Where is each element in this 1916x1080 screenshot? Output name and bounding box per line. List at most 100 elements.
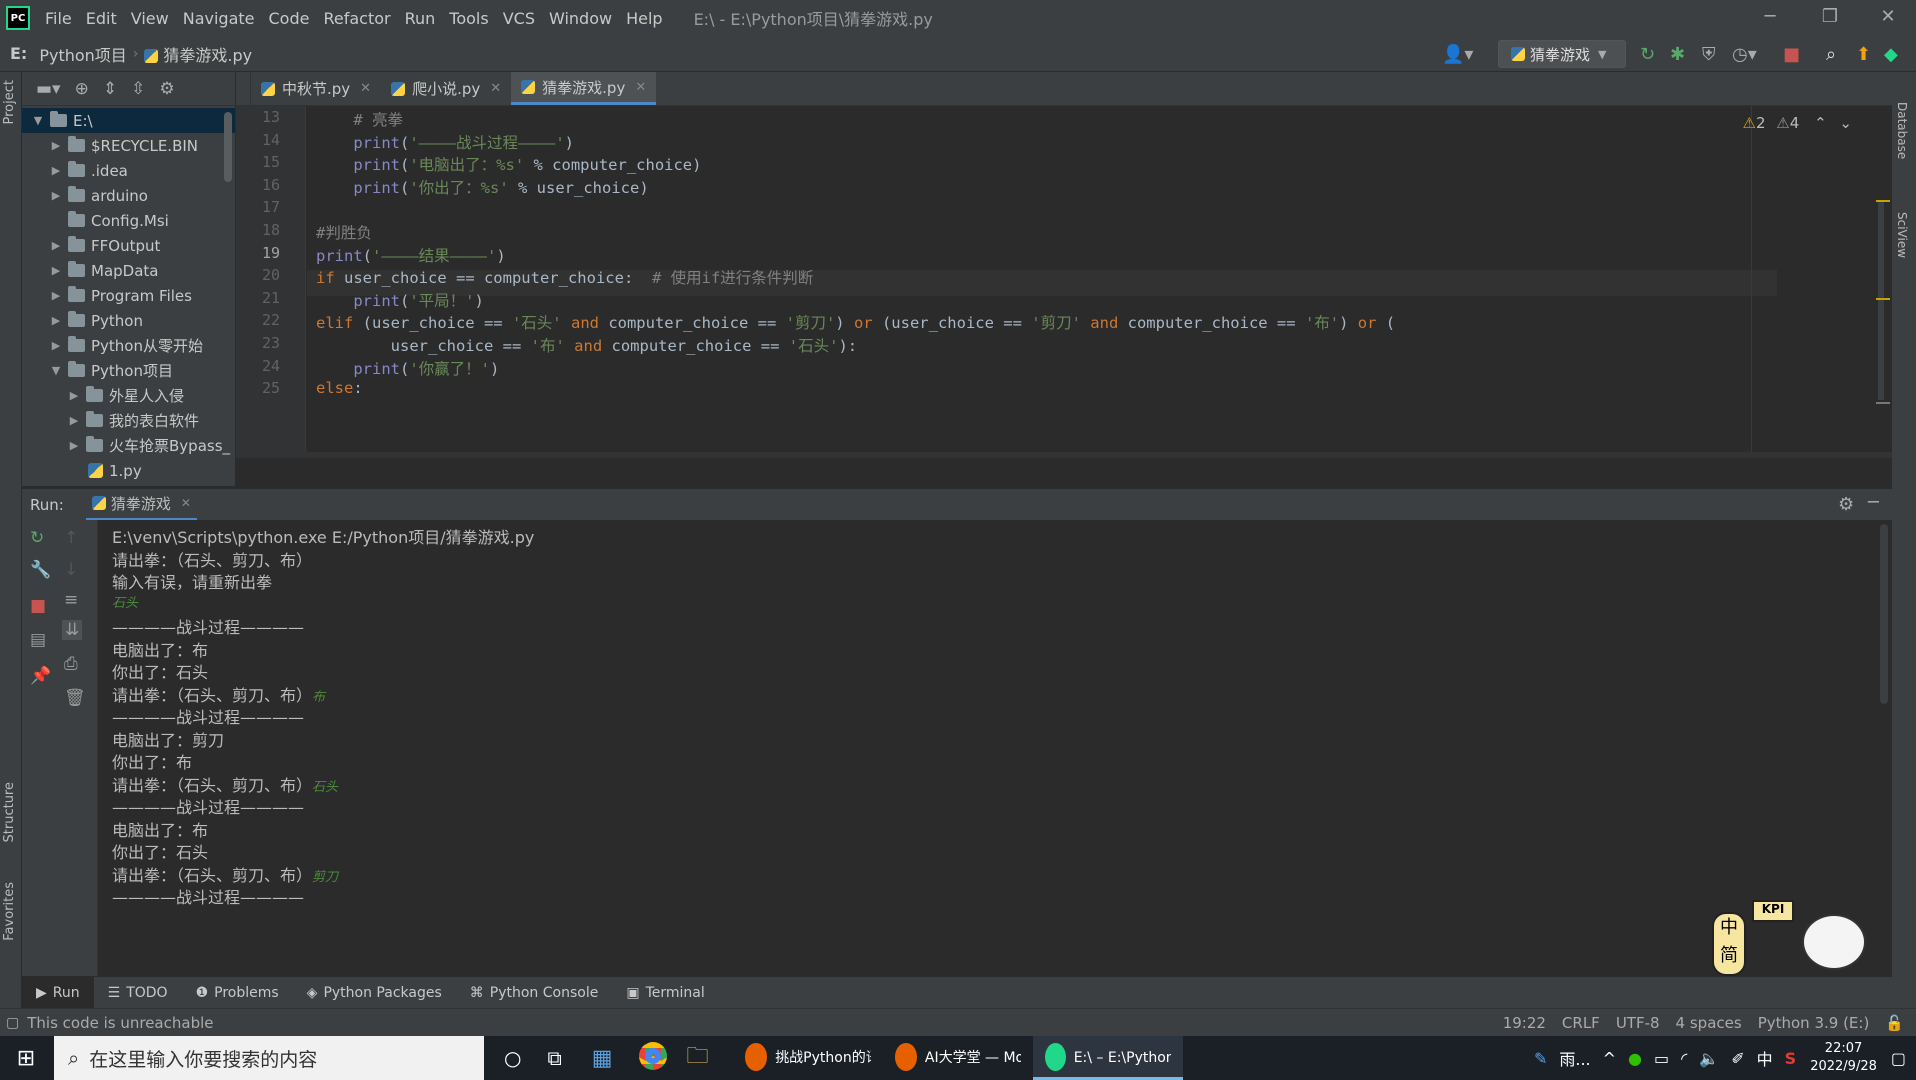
chrome-icon[interactable] [633,1042,673,1074]
wechat-icon[interactable]: ● [1622,1049,1648,1068]
tree-item[interactable]: ▼ Python项目 [22,358,235,383]
windows-start-icon[interactable]: ⊞ [0,1046,52,1071]
file-explorer-icon[interactable]: 🗀 [681,1039,715,1077]
menu-file[interactable]: File [38,9,79,28]
tree-item[interactable]: ▶ .idea [22,158,235,183]
chevron-right-icon[interactable]: ▶ [66,389,82,402]
coverage-icon[interactable]: ⛨ [1702,44,1716,65]
taskbar-app[interactable]: 挑战Python的语... [733,1036,883,1080]
tree-item[interactable]: ▶ 火车抢票Bypass_ [22,433,235,458]
tab-zhongqiu[interactable]: 中秋节.py ✕ [250,72,381,105]
expand-all-icon[interactable]: ⇕ [103,79,117,99]
chevron-right-icon[interactable]: ▶ [48,139,64,152]
code-line[interactable]: print('你赢了！') [316,357,499,379]
code-editor[interactable]: 13 14 15 16 17 18 19 20 21 22 23 24 25 # 亮拳 print('—… [236,106,1892,458]
chevron-down-icon[interactable]: ▼ [48,364,64,377]
run-tab[interactable]: 猜拳游戏 ✕ [85,489,197,521]
run-configuration-select[interactable]: 猜拳游戏 ▼ [1498,40,1626,68]
show-hidden-icons-icon[interactable]: ^ [1597,1049,1622,1068]
chevron-right-icon[interactable]: ▶ [48,289,64,302]
breadcrumb-drive[interactable]: E: [0,44,33,63]
database-tool-button[interactable]: Database [1895,102,1909,159]
console-scrollbar[interactable] [1880,524,1888,704]
battery-icon[interactable]: ▭ [1648,1049,1675,1068]
stop-icon[interactable]: ■ [30,596,46,616]
up-arrow-icon[interactable]: ↑ [64,528,78,548]
tree-item[interactable]: ▶ arduino [22,183,235,208]
jetbrains-toolbox-icon[interactable]: ◆ [1884,44,1898,65]
tool-python-console[interactable]: ⌘ Python Console [456,985,613,1001]
menu-view[interactable]: View [124,9,176,28]
chevron-down-icon[interactable]: ▼ [30,114,46,127]
menu-window[interactable]: Window [542,9,619,28]
code-line[interactable]: elif (user_choice == '石头' and computer_c… [316,311,1395,333]
next-highlight-icon[interactable]: ⌄ [1839,114,1852,132]
chevron-right-icon[interactable]: ▶ [48,314,64,327]
caret-position[interactable]: 19:22 [1495,1014,1554,1032]
tree-item[interactable]: ▶ 外星人入侵 [22,383,235,408]
folder-view-icon[interactable]: ▬▾ [36,79,61,99]
tool-todo[interactable]: ☰ TODO [94,985,182,1001]
lock-icon[interactable]: 🔓 [1877,1014,1916,1032]
inspection-widget[interactable]: ⚠2 ⚠4 ⌃ ⌄ [1743,114,1853,132]
notifications-icon[interactable]: ▢ [1885,1049,1916,1068]
rerun-icon[interactable]: ↻ [1640,44,1655,65]
menu-help[interactable]: Help [619,9,669,28]
line-separator[interactable]: CRLF [1554,1014,1608,1032]
tree-item[interactable]: Config.Msi [22,208,235,233]
tree-item[interactable]: ▶ Program Files [22,283,235,308]
tab-paxiaoshuo[interactable]: 爬小说.py ✕ [381,72,511,105]
status-panel-icon[interactable]: ▢ [0,1015,19,1031]
restore-icon[interactable]: ❐ [1810,6,1850,30]
settings-gear-icon[interactable]: ⚙ [159,79,174,99]
tree-item[interactable]: 1.py [22,458,235,483]
tree-item[interactable]: ▶ FFOutput [22,233,235,258]
sciview-tool-button[interactable]: SciView [1895,212,1909,258]
tool-problems[interactable]: ❶ Problems [182,985,293,1001]
code-line[interactable]: print('————结果————') [316,244,506,266]
wifi-icon[interactable]: ◜ [1675,1049,1693,1068]
favorites-tool-button[interactable]: Favorites [2,882,17,941]
breadcrumb-folder[interactable]: Python项目 [33,42,132,66]
menu-tools[interactable]: Tools [442,9,495,28]
update-icon[interactable]: ⬆ [1856,44,1871,65]
menu-code[interactable]: Code [262,9,317,28]
menu-edit[interactable]: Edit [79,9,124,28]
user-icon[interactable]: 👤▾ [1442,44,1473,65]
code-line[interactable]: if user_choice == computer_choice: # 使用i… [316,266,813,288]
menu-run[interactable]: Run [398,9,443,28]
close-tab-icon[interactable]: ✕ [635,80,646,95]
tree-item[interactable]: ▶ 我的表白软件 [22,408,235,433]
run-settings-gear-icon[interactable]: ⚙ [1838,494,1854,515]
project-tool-button[interactable]: Project [2,80,17,124]
code-line[interactable]: print('平局！') [316,289,484,311]
code-line[interactable]: print('电脑出了：%s' % computer_choice) [316,153,701,175]
minimize-icon[interactable]: ─ [1750,6,1790,30]
close-tab-icon[interactable]: ✕ [490,81,501,96]
breadcrumb-file[interactable]: 猜拳游戏.py [138,42,258,66]
taskbar-clock[interactable]: 22:07 2022/9/28 [1802,1040,1885,1076]
chevron-right-icon[interactable]: ▶ [66,439,82,452]
sogou-ime-icon[interactable]: S [1779,1049,1803,1068]
taskbar-search-input[interactable]: ⌕ 在这里输入你要搜索的内容 [54,1036,484,1080]
tree-item[interactable]: ▶ Python [22,308,235,333]
file-encoding[interactable]: UTF-8 [1608,1014,1668,1032]
code-line[interactable]: # 亮拳 [316,108,403,130]
code-line[interactable]: user_choice == '布' and computer_choice =… [316,334,858,356]
rerun-icon[interactable]: ↻ [30,528,44,548]
task-view-icon[interactable]: ⧉ [541,1046,567,1070]
close-tab-icon[interactable]: ✕ [360,81,371,96]
tree-item[interactable]: ▶ $RECYCLE.BIN [22,133,235,158]
profile-icon[interactable]: ◷▾ [1732,44,1757,65]
volume-icon[interactable]: 🔈 [1693,1049,1725,1068]
tool-python-packages[interactable]: ◈ Python Packages [293,985,456,1001]
tree-item[interactable]: ▶ Python从零开始 [22,333,235,358]
code-line[interactable]: #判胜负 [316,221,372,243]
taskbar-app[interactable]: E:\ – E:\Python项... [1032,1036,1183,1080]
code-line[interactable]: else: [316,379,363,397]
pen-icon[interactable]: ✎ [1528,1049,1553,1068]
search-icon[interactable]: ⌕ [1826,44,1836,65]
scroll-to-end-icon[interactable]: ⇊ [62,620,83,640]
weather[interactable]: 雨... [1553,1046,1596,1070]
hide-panel-icon[interactable]: ─ [1868,492,1879,513]
